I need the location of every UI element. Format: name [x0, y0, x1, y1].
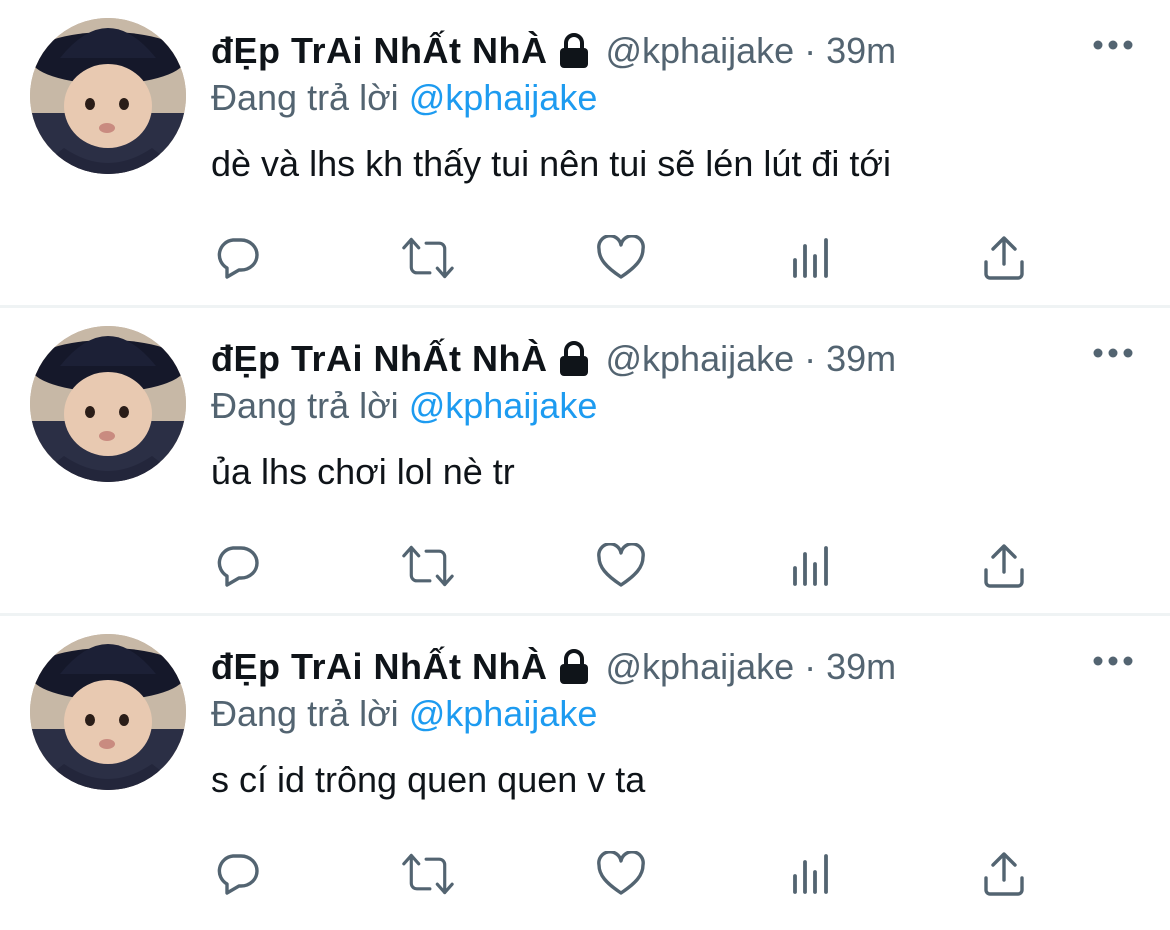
share-icon[interactable]: [978, 848, 1030, 900]
user-handle[interactable]: @kphaijake: [605, 30, 794, 72]
timestamp[interactable]: 39m: [826, 338, 896, 380]
lock-icon: [557, 33, 591, 69]
more-options-icon[interactable]: [1090, 338, 1136, 368]
tweet-header: đẸp TrAi NhẤt NhÀ @kphaijake · 39m: [211, 336, 896, 382]
more-options-icon[interactable]: [1090, 646, 1136, 676]
retweet-icon[interactable]: [402, 540, 454, 592]
more-options-icon[interactable]: [1090, 30, 1136, 60]
share-icon[interactable]: [978, 232, 1030, 284]
tweet[interactable]: đẸp TrAi NhẤt NhÀ @kphaijake · 39m Đang …: [0, 616, 1170, 928]
retweet-icon[interactable]: [402, 232, 454, 284]
tweet[interactable]: đẸp TrAi NhẤt NhÀ @kphaijake · 39m Đang …: [0, 308, 1170, 616]
tweet-text: ủa lhs chơi lol nè tr: [211, 451, 515, 492]
separator: ·: [804, 30, 817, 71]
tweet-text: s cí id trông quen quen v ta: [211, 759, 646, 800]
user-handle[interactable]: @kphaijake: [605, 338, 794, 380]
separator: ·: [804, 338, 817, 379]
lock-icon: [557, 341, 591, 377]
reply-icon[interactable]: [211, 540, 263, 592]
avatar-photo: [30, 18, 186, 174]
avatar[interactable]: [30, 18, 186, 174]
tweet-header: đẸp TrAi NhẤt NhÀ @kphaijake · 39m: [211, 28, 896, 74]
like-icon[interactable]: [595, 232, 647, 284]
replying-prefix: Đang trả lời: [211, 385, 399, 426]
avatar[interactable]: [30, 634, 186, 790]
lock-icon: [557, 649, 591, 685]
user-handle[interactable]: @kphaijake: [605, 646, 794, 688]
replying-to: Đang trả lời @kphaijake: [211, 693, 597, 735]
like-icon[interactable]: [595, 540, 647, 592]
timeline: đẸp TrAi NhẤt NhÀ @kphaijake · 39m Đang …: [0, 0, 1170, 928]
analytics-icon[interactable]: [786, 540, 838, 592]
replying-to: Đang trả lời @kphaijake: [211, 385, 597, 427]
avatar-photo: [30, 326, 186, 482]
mention-link[interactable]: @kphaijake: [409, 77, 598, 118]
mention-link[interactable]: @kphaijake: [409, 385, 598, 426]
avatar-photo: [30, 634, 186, 790]
replying-prefix: Đang trả lời: [211, 693, 399, 734]
retweet-icon[interactable]: [402, 848, 454, 900]
replying-prefix: Đang trả lời: [211, 77, 399, 118]
timestamp[interactable]: 39m: [826, 30, 896, 72]
display-name[interactable]: đẸp TrAi NhẤt NhÀ: [211, 30, 547, 72]
mention-link[interactable]: @kphaijake: [409, 693, 598, 734]
avatar[interactable]: [30, 326, 186, 482]
share-icon[interactable]: [978, 540, 1030, 592]
separator: ·: [804, 646, 817, 687]
replying-to: Đang trả lời @kphaijake: [211, 77, 597, 119]
reply-icon[interactable]: [211, 232, 263, 284]
analytics-icon[interactable]: [786, 232, 838, 284]
tweet-header: đẸp TrAi NhẤt NhÀ @kphaijake · 39m: [211, 644, 896, 690]
tweet[interactable]: đẸp TrAi NhẤt NhÀ @kphaijake · 39m Đang …: [0, 0, 1170, 308]
timestamp[interactable]: 39m: [826, 646, 896, 688]
display-name[interactable]: đẸp TrAi NhẤt NhÀ: [211, 646, 547, 688]
reply-icon[interactable]: [211, 848, 263, 900]
display-name[interactable]: đẸp TrAi NhẤt NhÀ: [211, 338, 547, 380]
like-icon[interactable]: [595, 848, 647, 900]
analytics-icon[interactable]: [786, 848, 838, 900]
tweet-text: dè và lhs kh thấy tui nên tui sẽ lén lút…: [211, 143, 891, 184]
